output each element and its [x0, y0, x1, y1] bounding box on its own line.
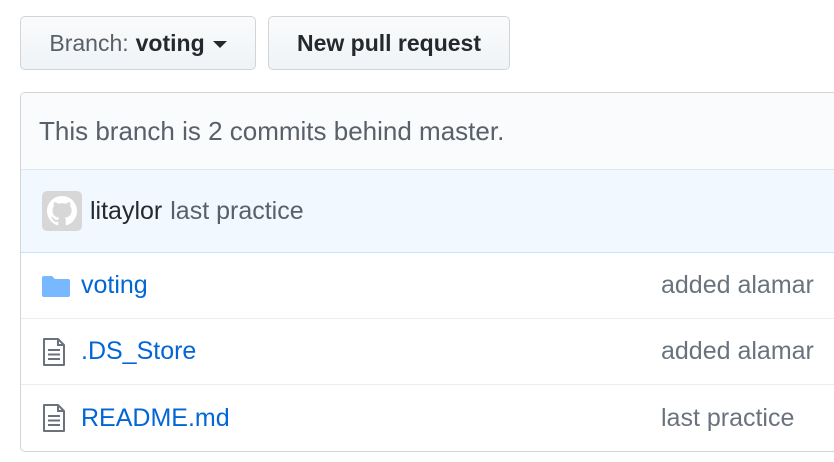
file-row-readme[interactable]: README.md last practice: [21, 385, 834, 451]
file-name-link[interactable]: .DS_Store: [81, 337, 196, 366]
file-commit-message[interactable]: added alamar: [661, 337, 814, 366]
branch-name-label: voting: [135, 29, 205, 56]
new-pull-request-button[interactable]: New pull request: [268, 16, 510, 70]
file-commit-message[interactable]: added alamar: [661, 271, 814, 300]
commit-message-link[interactable]: last practice: [170, 197, 303, 226]
branch-status-text: This branch is 2 commits behind master.: [39, 115, 505, 146]
last-commit-bar: litaylor last practice: [21, 170, 834, 253]
file-row-ds-store[interactable]: .DS_Store added alamar: [21, 319, 834, 385]
file-commit-message[interactable]: last practice: [661, 404, 794, 433]
file-browser-box: This branch is 2 commits behind master. …: [20, 92, 834, 452]
file-name-link[interactable]: voting: [81, 271, 148, 300]
branch-select-button[interactable]: Branch: voting: [20, 16, 256, 70]
branch-prefix-label: Branch:: [49, 29, 129, 56]
commit-author-link[interactable]: litaylor: [90, 197, 162, 226]
file-name-link[interactable]: README.md: [81, 404, 230, 433]
branch-status-bar: This branch is 2 commits behind master.: [21, 93, 834, 170]
folder-icon: [42, 275, 70, 297]
chevron-down-icon: [212, 40, 227, 48]
file-icon: [42, 337, 66, 366]
file-icon: [42, 404, 66, 432]
file-row-voting[interactable]: voting added alamar: [21, 253, 834, 319]
github-octocat-icon[interactable]: [42, 191, 82, 231]
